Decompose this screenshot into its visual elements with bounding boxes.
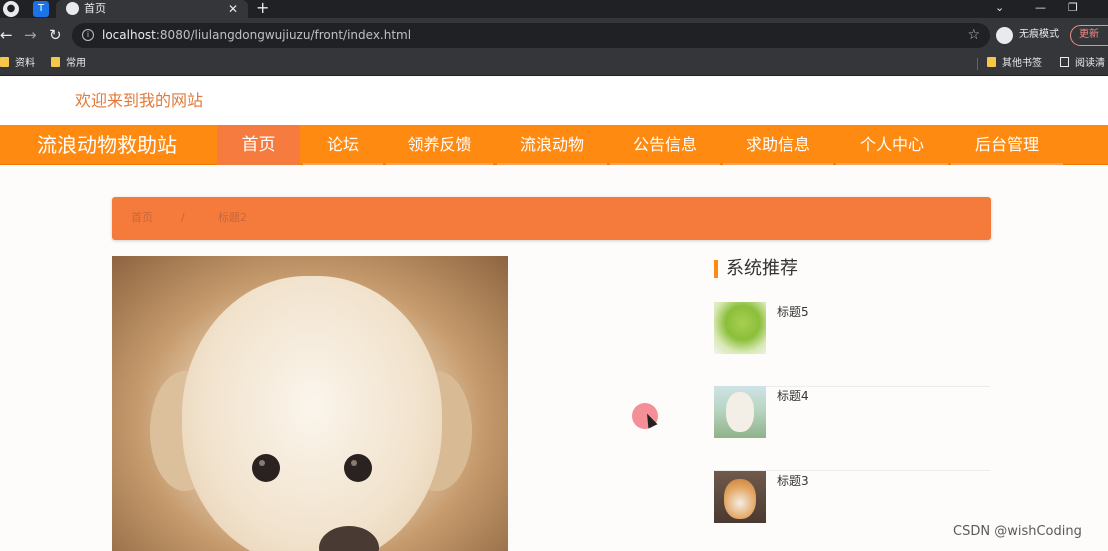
recommend-thumbnail[interactable] [714, 302, 766, 354]
welcome-text: 欢迎来到我的网站 [75, 91, 204, 110]
restore-icon[interactable]: ❐ [1068, 0, 1078, 16]
breadcrumb-home[interactable]: 首页 [131, 210, 153, 226]
puppy-eye-right [344, 454, 372, 482]
recommend-item[interactable]: 标题5 [714, 302, 990, 387]
tab-title: 首页 [84, 2, 106, 15]
folder-icon [51, 57, 60, 67]
puppy-head [182, 276, 442, 551]
bookmark-folder-changyong[interactable]: 常用 [51, 56, 86, 72]
main-navbar: 流浪动物救助站 首页 论坛 领养反馈 流浪动物 公告信息 求助信息 个人中心 后… [0, 125, 1108, 165]
nav-forum[interactable]: 论坛 [303, 125, 383, 165]
incognito-label: 无痕模式 [1019, 29, 1059, 40]
nav-home[interactable]: 首页 [217, 125, 300, 165]
recommend-item-title[interactable]: 标题3 [777, 472, 809, 490]
nav-admin[interactable]: 后台管理 [951, 125, 1063, 165]
recommend-thumbnail[interactable] [714, 471, 766, 523]
nav-personal-center[interactable]: 个人中心 [836, 125, 948, 165]
minimize-icon[interactable]: — [1035, 0, 1046, 16]
bookmark-divider [977, 58, 978, 70]
bookmark-other[interactable]: 其他书签 [987, 56, 1042, 72]
folder-icon [987, 57, 996, 67]
recommend-item-title[interactable]: 标题4 [777, 387, 809, 405]
nav-adoption-feedback[interactable]: 领养反馈 [386, 125, 493, 165]
reload-icon[interactable]: ↻ [49, 25, 62, 45]
recommend-item-title[interactable]: 标题5 [777, 303, 809, 321]
nav-help-info[interactable]: 求助信息 [723, 125, 833, 165]
recommend-title: 系统推荐 [726, 258, 798, 279]
info-icon[interactable]: i [82, 29, 94, 41]
breadcrumb-separator: / [181, 211, 185, 224]
breadcrumb-current: 标题2 [218, 211, 247, 224]
tab-home[interactable]: 首页 ✕ [56, 0, 248, 18]
recommend-item[interactable]: 标题4 [714, 386, 990, 471]
forward-icon[interactable]: → [24, 25, 37, 45]
browser-menu-icon[interactable]: ● [3, 1, 19, 17]
breadcrumb: 首页 / 标题2 [112, 197, 991, 240]
site-brand[interactable]: 流浪动物救助站 [37, 133, 177, 157]
url-text[interactable]: localhost:8080/liulangdongwujiuzu/front/… [102, 26, 411, 44]
puppy-eye-left [252, 454, 280, 482]
address-bar[interactable]: i localhost:8080/liulangdongwujiuzu/fron… [72, 23, 990, 48]
recommend-thumbnail[interactable] [714, 386, 766, 438]
nav-stray-animals[interactable]: 流浪动物 [497, 125, 607, 165]
browser-toolbar: ← → ↻ i localhost:8080/liulangdongwujiuz… [0, 18, 1108, 52]
recommend-item[interactable]: 标题3 [714, 471, 990, 551]
pinned-tab-icon[interactable]: T [33, 1, 49, 17]
star-icon[interactable]: ☆ [967, 26, 980, 44]
close-icon[interactable]: ✕ [228, 0, 238, 18]
csdn-watermark: CSDN @wishCoding [953, 524, 1082, 539]
recommend-accent-bar [714, 260, 718, 278]
bookmarks-bar: 资料 常用 其他书签 阅读清 [0, 52, 1108, 76]
new-tab-button[interactable]: + [256, 0, 269, 17]
back-icon[interactable]: ← [0, 25, 13, 45]
browser-tab-bar: ● T 首页 ✕ + ⌄ — ❐ [0, 0, 1108, 18]
reading-list[interactable]: 阅读清 [1060, 56, 1105, 72]
puppy-nose [319, 526, 379, 551]
globe-icon [66, 2, 79, 15]
chevron-down-icon[interactable]: ⌄ [995, 0, 1004, 16]
web-page: 欢迎来到我的网站 流浪动物救助站 首页 论坛 领养反馈 流浪动物 公告信息 求助… [0, 77, 1108, 551]
incognito-icon [996, 27, 1013, 44]
welcome-bar: 欢迎来到我的网站 [0, 77, 1108, 125]
folder-icon [0, 57, 9, 67]
reading-list-icon [1060, 57, 1069, 67]
update-button[interactable]: 更新 [1070, 25, 1108, 46]
animal-photo[interactable] [112, 256, 508, 551]
nav-announcements[interactable]: 公告信息 [610, 125, 720, 165]
bookmark-folder-ziliao[interactable]: 资料 [0, 56, 35, 72]
